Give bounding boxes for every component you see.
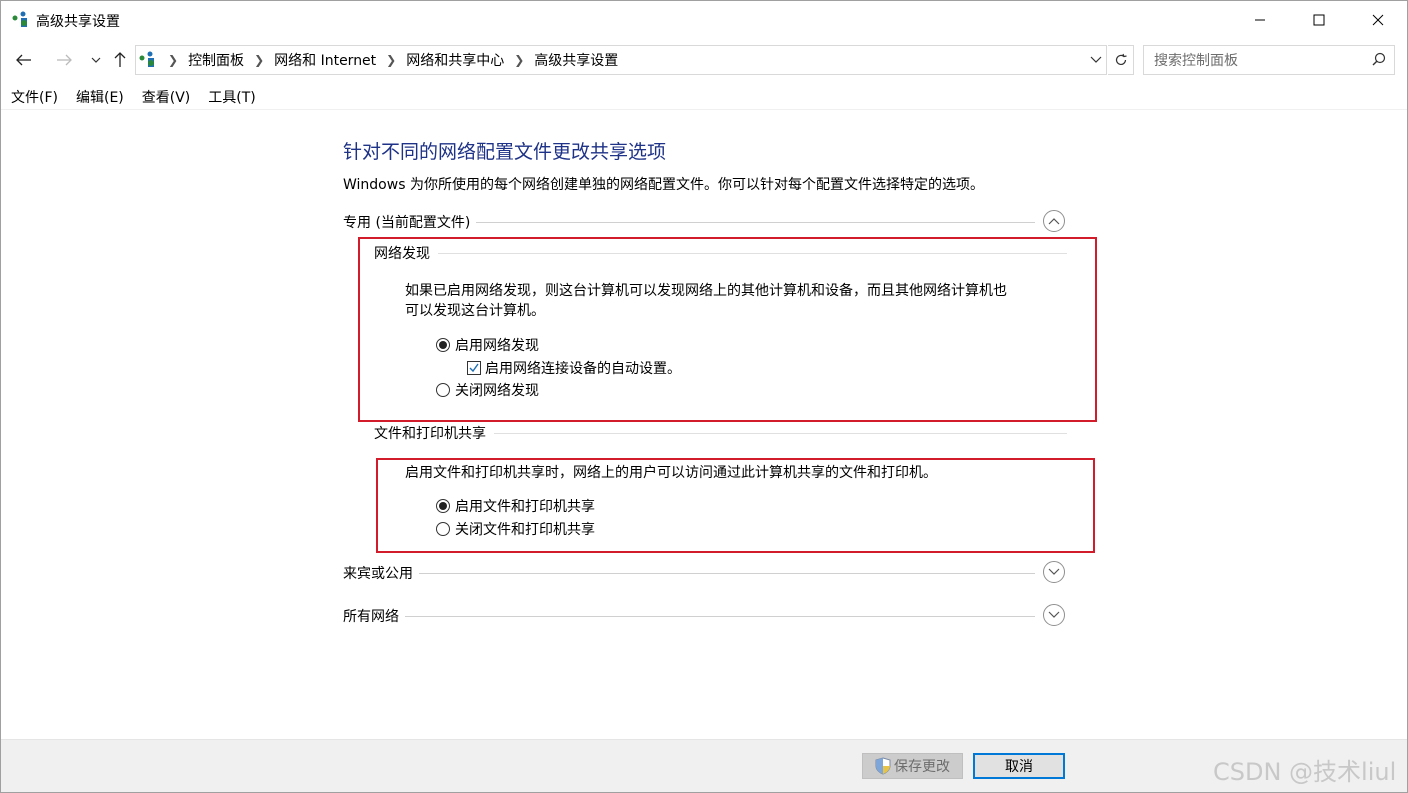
search-input[interactable] [1152, 50, 1356, 72]
search-box[interactable] [1143, 45, 1395, 75]
breadcrumb-network-sharing-center[interactable]: 网络和共享中心 [398, 50, 512, 70]
address-history-button[interactable] [1086, 46, 1106, 74]
page-title: 针对不同的网络配置文件更改共享选项 [343, 141, 667, 163]
breadcrumb-control-panel[interactable]: 控制面板 [180, 50, 252, 70]
network-location-icon [138, 50, 158, 70]
guest-public-header[interactable]: 来宾或公用 [343, 561, 1067, 587]
breadcrumb-network-internet[interactable]: 网络和 Internet [266, 50, 384, 70]
maximize-icon [1313, 14, 1325, 26]
refresh-icon [1115, 53, 1127, 66]
minimize-icon [1255, 19, 1265, 21]
chevron-down-icon [1048, 611, 1060, 618]
advanced-sharing-window: 高级共享设置 ❯ 控制面板 ❯ 网络和 Internet ❯ 网络和共享中心 ❯… [0, 0, 1408, 793]
arrow-up-icon [114, 52, 126, 67]
title-bar: 高级共享设置 [1, 1, 1407, 39]
network-app-icon [11, 10, 31, 30]
breadcrumb: ❯ 控制面板 ❯ 网络和 Internet ❯ 网络和共享中心 ❯ 高级共享设置 [166, 46, 626, 74]
highlight-box-file-sharing [376, 458, 1095, 553]
chevron-down-icon [91, 57, 101, 63]
all-networks-header[interactable]: 所有网络 [343, 604, 1067, 630]
chevron-down-icon [1090, 56, 1102, 63]
menu-edit[interactable]: 编辑(E) [66, 85, 132, 109]
up-button[interactable] [109, 49, 131, 71]
expand-guest-public-button[interactable] [1043, 561, 1065, 583]
private-profile-label: 专用 (当前配置文件) [343, 212, 477, 232]
chevron-right-icon: ❯ [168, 53, 179, 67]
arrow-left-icon [16, 54, 31, 66]
maximize-button[interactable] [1290, 1, 1348, 39]
divider [343, 616, 1035, 617]
address-bar[interactable]: ❯ 控制面板 ❯ 网络和 Internet ❯ 网络和共享中心 ❯ 高级共享设置 [135, 45, 1107, 75]
file-printer-sharing-title: 文件和打印机共享 [374, 423, 494, 443]
uac-shield-icon [875, 757, 891, 775]
collapse-private-button[interactable] [1043, 210, 1065, 232]
arrow-right-icon [57, 54, 72, 66]
forward-button[interactable] [53, 49, 75, 71]
close-icon [1372, 14, 1384, 26]
chevron-right-icon[interactable]: ❯ [384, 53, 398, 67]
search-icon[interactable] [1372, 52, 1386, 70]
menu-view[interactable]: 查看(V) [132, 85, 199, 109]
window-title: 高级共享设置 [36, 14, 120, 30]
watermark-text: CSDN @技术liul [1213, 758, 1397, 786]
chevron-right-icon[interactable]: ❯ [512, 53, 526, 67]
back-button[interactable] [13, 49, 35, 71]
divider [343, 573, 1035, 574]
close-button[interactable] [1349, 1, 1407, 39]
chevron-right-icon[interactable]: ❯ [252, 53, 266, 67]
save-changes-label[interactable]: 保存更改 [894, 756, 950, 776]
chevron-down-icon [1048, 568, 1060, 575]
navigation-row: ❯ 控制面板 ❯ 网络和 Internet ❯ 网络和共享中心 ❯ 高级共享设置 [1, 43, 1407, 77]
breadcrumb-advanced-sharing[interactable]: 高级共享设置 [526, 50, 626, 70]
page-description: Windows 为你所使用的每个网络创建单独的网络配置文件。你可以针对每个配置文… [343, 177, 984, 193]
menu-bar: 文件(F) 编辑(E) 查看(V) 工具(T) [1, 85, 1407, 110]
menu-tools[interactable]: 工具(T) [198, 85, 263, 109]
private-profile-header[interactable]: 专用 (当前配置文件) [343, 210, 1067, 236]
file-printer-sharing-header: 文件和打印机共享 [374, 423, 1067, 445]
main-content: 针对不同的网络配置文件更改共享选项 Windows 为你所使用的每个网络创建单独… [1, 109, 1407, 739]
guest-public-label: 来宾或公用 [343, 563, 419, 583]
save-changes-button[interactable]: 保存更改 [862, 753, 963, 779]
highlight-box-network-discovery [358, 237, 1097, 422]
recent-locations-button[interactable] [85, 49, 107, 71]
refresh-button[interactable] [1108, 45, 1134, 75]
footer-bar: 保存更改 取消 CSDN @技术liul [1, 739, 1407, 792]
expand-all-networks-button[interactable] [1043, 604, 1065, 626]
menu-file[interactable]: 文件(F) [1, 85, 66, 109]
all-networks-label: 所有网络 [343, 606, 405, 626]
cancel-button[interactable]: 取消 [973, 753, 1065, 779]
minimize-button[interactable] [1231, 1, 1289, 39]
chevron-up-icon [1048, 218, 1060, 225]
